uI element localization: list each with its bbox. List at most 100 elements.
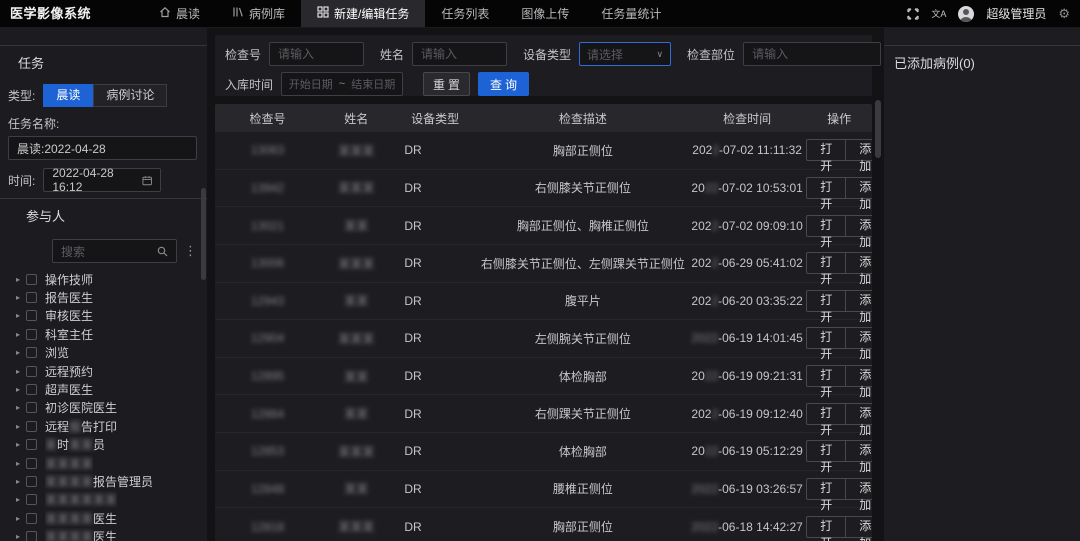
caret-right-icon[interactable]: ▸ — [8, 495, 24, 504]
add-button[interactable]: 添加 — [845, 139, 872, 161]
caret-right-icon[interactable]: ▸ — [8, 293, 24, 302]
checkbox[interactable] — [26, 458, 37, 469]
device-type-cell: DR — [392, 256, 477, 270]
open-button[interactable]: 打开 — [806, 177, 846, 199]
fullscreen-icon[interactable] — [907, 8, 919, 20]
redacted-exam-no: 12853 — [251, 444, 284, 458]
nav-item[interactable]: 任务列表 — [425, 0, 505, 27]
tree-item[interactable]: ▸报告医生 — [8, 288, 197, 306]
tree-item[interactable]: ▸操作技师 — [8, 270, 197, 288]
checkbox[interactable] — [26, 347, 37, 358]
gear-icon[interactable]: ⚙ — [1058, 6, 1070, 22]
participant-search-input[interactable]: 搜索 — [52, 239, 177, 263]
add-button[interactable]: 添加 — [845, 327, 872, 349]
open-button[interactable]: 打开 — [806, 290, 846, 312]
checkbox[interactable] — [26, 366, 37, 377]
search-button[interactable]: 查询 — [478, 72, 529, 96]
translate-icon[interactable]: 文A — [931, 7, 946, 20]
checkbox[interactable] — [26, 329, 37, 340]
add-button[interactable]: 添加 — [845, 177, 872, 199]
date-range-input[interactable]: 开始日期 ~ 结束日期 — [281, 72, 403, 96]
actions-cell: 打开添加 — [806, 403, 872, 425]
caret-right-icon[interactable]: ▸ — [8, 440, 24, 449]
device-type-select[interactable]: 请选择 ∨ — [579, 42, 671, 66]
tree-item[interactable]: ▸远程预约 — [8, 362, 197, 380]
main-scrollbar[interactable] — [875, 100, 881, 158]
nav-item[interactable]: 病例库 — [216, 0, 301, 27]
task-time-input[interactable]: 2022-04-28 16:12 — [43, 168, 161, 192]
caret-right-icon[interactable]: ▸ — [8, 477, 24, 486]
caret-right-icon[interactable]: ▸ — [8, 403, 24, 412]
nav-item[interactable]: 图像上传 — [505, 0, 585, 27]
task-name-input[interactable]: 晨读:2022-04-28 — [8, 136, 197, 160]
checkbox[interactable] — [26, 494, 37, 505]
caret-right-icon[interactable]: ▸ — [8, 348, 24, 357]
open-button[interactable]: 打开 — [806, 327, 846, 349]
tree-item[interactable]: ▸某某某某报告管理员 — [8, 472, 197, 490]
checkbox[interactable] — [26, 274, 37, 285]
caret-right-icon[interactable]: ▸ — [8, 422, 24, 431]
caret-right-icon[interactable]: ▸ — [8, 275, 24, 284]
checkbox[interactable] — [26, 384, 37, 395]
checkbox[interactable] — [26, 402, 37, 413]
column-header: 姓名 — [320, 110, 392, 127]
name-input[interactable] — [412, 42, 507, 66]
tree-item[interactable]: ▸初诊医院医生 — [8, 399, 197, 417]
tree-item[interactable]: ▸浏览 — [8, 344, 197, 362]
avatar[interactable] — [958, 6, 974, 22]
nav-item[interactable]: 晨读 — [143, 0, 216, 27]
open-button[interactable]: 打开 — [806, 403, 846, 425]
open-button[interactable]: 打开 — [806, 478, 846, 500]
nav-item[interactable]: 新建/编辑任务 — [301, 0, 425, 27]
checkbox[interactable] — [26, 476, 37, 487]
exam-desc-cell: 左侧腕关节正侧位 — [478, 330, 688, 347]
open-button[interactable]: 打开 — [806, 516, 846, 538]
open-button[interactable]: 打开 — [806, 365, 846, 387]
add-button[interactable]: 添加 — [845, 478, 872, 500]
tree-item[interactable]: ▸审核医生 — [8, 307, 197, 325]
type-morning-button[interactable]: 晨读 — [43, 84, 93, 107]
checkbox[interactable] — [26, 513, 37, 524]
tree-item[interactable]: ▸某某某某 — [8, 454, 197, 472]
caret-right-icon[interactable]: ▸ — [8, 385, 24, 394]
checkbox[interactable] — [26, 531, 37, 541]
open-button[interactable]: 打开 — [806, 440, 846, 462]
checkbox[interactable] — [26, 439, 37, 450]
task-section-title: 任务 — [0, 45, 207, 78]
tree-item[interactable]: ▸科室主任 — [8, 325, 197, 343]
caret-right-icon[interactable]: ▸ — [8, 311, 24, 320]
caret-right-icon[interactable]: ▸ — [8, 532, 24, 541]
type-discussion-button[interactable]: 病例讨论 — [93, 84, 167, 107]
more-options-icon[interactable]: ⋮ — [184, 243, 197, 259]
tree-item[interactable]: ▸远程报告打印 — [8, 417, 197, 435]
tree-item[interactable]: ▸超声医生 — [8, 380, 197, 398]
add-button[interactable]: 添加 — [845, 290, 872, 312]
tree-item[interactable]: ▸某时某某员 — [8, 436, 197, 454]
add-button[interactable]: 添加 — [845, 252, 872, 274]
exam-no-input[interactable] — [269, 42, 364, 66]
caret-right-icon[interactable]: ▸ — [8, 514, 24, 523]
checkbox[interactable] — [26, 421, 37, 432]
checkbox[interactable] — [26, 292, 37, 303]
caret-right-icon[interactable]: ▸ — [8, 330, 24, 339]
tree-item[interactable]: ▸某某某某医生 — [8, 527, 197, 541]
caret-right-icon[interactable]: ▸ — [8, 367, 24, 376]
body-part-input[interactable] — [743, 42, 881, 66]
add-button[interactable]: 添加 — [845, 440, 872, 462]
add-button[interactable]: 添加 — [845, 516, 872, 538]
tree-item[interactable]: ▸某某某某医生 — [8, 509, 197, 527]
device-type-placeholder: 请选择 — [587, 46, 623, 63]
open-button[interactable]: 打开 — [806, 252, 846, 274]
nav-item[interactable]: 任务量统计 — [585, 0, 677, 27]
add-button[interactable]: 添加 — [845, 403, 872, 425]
add-button[interactable]: 添加 — [845, 215, 872, 237]
open-button[interactable]: 打开 — [806, 139, 846, 161]
tree-item[interactable]: ▸某某某某某某 — [8, 491, 197, 509]
caret-right-icon[interactable]: ▸ — [8, 459, 24, 468]
add-button[interactable]: 添加 — [845, 365, 872, 387]
reset-button[interactable]: 重置 — [423, 72, 470, 96]
checkbox[interactable] — [26, 310, 37, 321]
sidebar-scrollbar[interactable] — [201, 188, 206, 280]
open-button[interactable]: 打开 — [806, 215, 846, 237]
filter-exam-no: 检查号 — [225, 42, 364, 66]
